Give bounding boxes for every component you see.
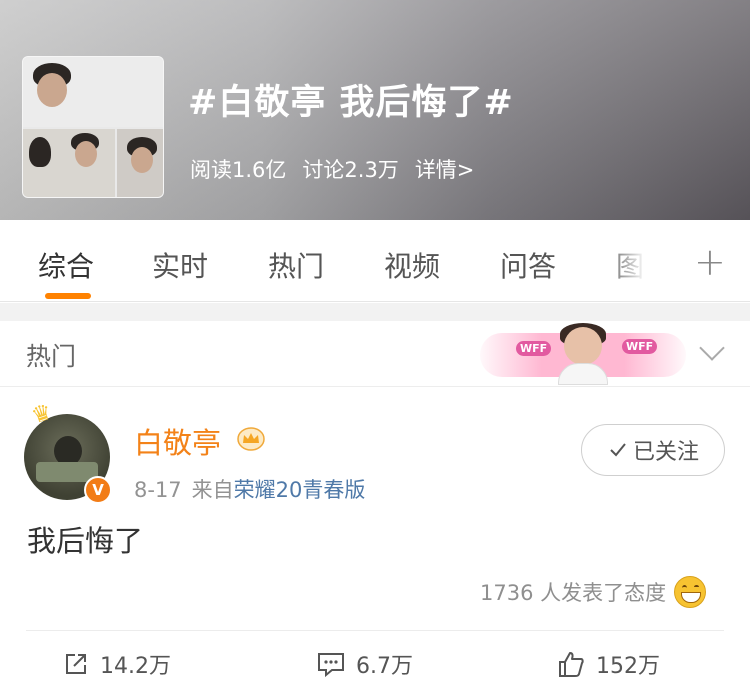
topic-cover-image [22,56,164,198]
wff-badge-right: WFF [622,339,658,354]
tab-hot[interactable]: 热门 [268,245,324,285]
tab-realtime[interactable]: 实时 [152,245,208,285]
active-tab-indicator [45,293,91,299]
follow-button-label: 已关注 [632,440,699,465]
post-text: 我后悔了 [27,524,144,558]
hot-section-label: 热门 [26,342,77,371]
repost-button[interactable]: 14.2万 [62,648,171,680]
member-crown-icon[interactable] [236,426,266,452]
discussion-count: 讨论2.3万 [302,158,399,182]
post-meta: 8-17 来自荣耀20青春版 [134,474,365,504]
topic-header: #白敬亭 我后悔了# 阅读1.6亿 讨论2.3万 详情> [0,0,750,220]
weibo-post: ♛ V 白敬亭 8-17 来自荣耀20青春版 已关注 我后悔了 1736 人发表了… [0,388,750,688]
banner-character-face [564,327,602,365]
details-link[interactable]: 详情> [415,154,475,184]
tab-comprehensive[interactable]: 综合 [38,245,94,285]
post-action-bar: 14.2万 6.7万 152万 [0,640,750,688]
reactions-summary[interactable]: 1736 人发表了态度 [480,576,707,608]
read-count: 阅读1.6亿 [190,158,287,182]
plus-icon[interactable]: + [694,240,726,284]
cover-photo-bottom-left [23,129,115,197]
thumbs-up-icon [559,652,584,677]
source-prefix: 来自 [191,478,234,502]
tab-video[interactable]: 视频 [384,245,440,285]
follow-button[interactable]: 已关注 [581,424,725,476]
like-count: 152万 [596,654,660,679]
device-link[interactable]: 荣耀20青春版 [234,478,366,502]
laughing-emoji-icon [674,576,707,608]
comment-count: 6.7万 [356,654,413,679]
avatar-container[interactable]: ♛ V [24,400,112,504]
topic-title: #白敬亭 我后悔了# [188,83,514,123]
wff-badge-left: WFF [516,341,552,356]
tab-overflow-fade [604,238,664,288]
section-separator [0,303,750,321]
chevron-down-icon[interactable] [699,335,725,361]
repost-icon [66,654,86,674]
cover-photo-bottom-right [117,129,163,197]
repost-count: 14.2万 [100,654,171,679]
promo-banner[interactable]: WFF WFF [480,323,686,385]
post-date: 8-17 [134,478,182,502]
reactions-text: 1736 人发表了态度 [480,581,667,605]
checkmark-icon [610,443,626,457]
cover-photo-top [23,57,163,127]
like-button[interactable]: 152万 [556,648,660,680]
tab-bar: 综合 实时 热门 视频 问答 图 + [0,220,750,302]
verified-badge-icon: V [84,476,112,504]
topic-stats: 阅读1.6亿 讨论2.3万 详情> [190,154,474,184]
comment-icon [318,653,344,678]
hot-section-header: 热门 WFF WFF [0,321,750,387]
comment-button[interactable]: 6.7万 [316,648,413,680]
action-divider [26,630,724,631]
tab-qa[interactable]: 问答 [500,245,556,285]
post-username[interactable]: 白敬亭 [134,420,221,462]
